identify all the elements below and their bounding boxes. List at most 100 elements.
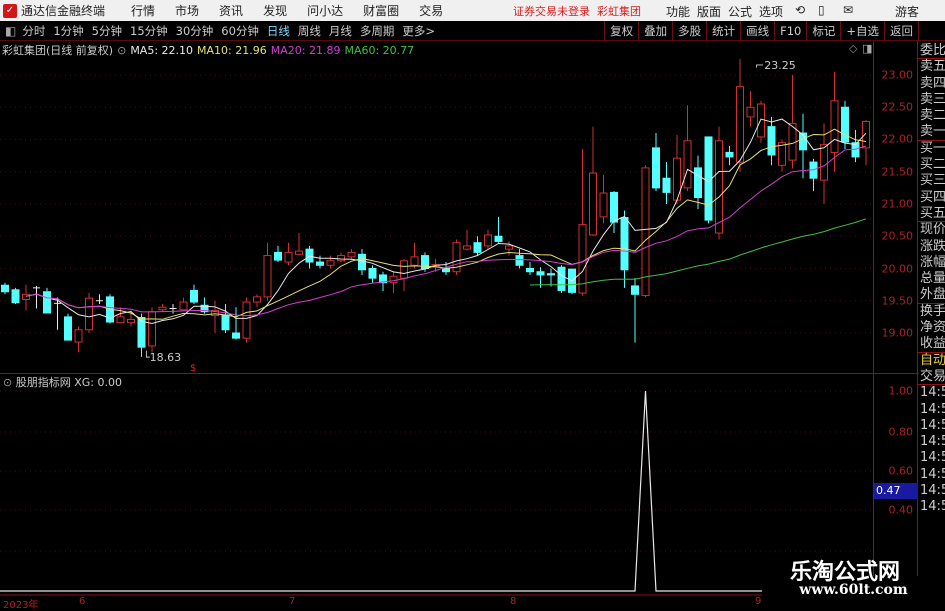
candle-body bbox=[116, 316, 125, 324]
quote-label: 买五 bbox=[918, 205, 945, 223]
candle-body bbox=[736, 86, 744, 163]
candle-body bbox=[274, 251, 282, 261]
price-tick: 22.50 bbox=[881, 100, 914, 114]
candle-body bbox=[526, 268, 534, 273]
indicator-tick: 0.60 bbox=[888, 464, 914, 478]
candle-body bbox=[368, 268, 377, 279]
quote-label: 14:56 bbox=[920, 483, 945, 499]
candle-body bbox=[358, 253, 366, 271]
quote-label: 卖五 bbox=[920, 59, 945, 75]
candle-body bbox=[746, 106, 755, 118]
indicator-tick: 1.00 bbox=[888, 384, 914, 398]
date-tick: 8 bbox=[510, 596, 517, 607]
candle-body bbox=[484, 234, 492, 247]
axis-divider bbox=[874, 373, 919, 374]
quote-label: 买三 bbox=[920, 173, 945, 189]
quote-label: 现价 bbox=[920, 222, 945, 238]
candle-body bbox=[631, 285, 639, 295]
quote-label: 14:56 bbox=[920, 450, 945, 466]
quote-label: 卖二 bbox=[920, 108, 945, 124]
candle-body bbox=[557, 266, 566, 291]
quote-label: 买一 bbox=[920, 140, 945, 156]
candle-body bbox=[704, 136, 713, 221]
candle-body bbox=[43, 291, 51, 314]
quote-label[interactable]: 自动 bbox=[918, 353, 945, 369]
watermark-name: 乐淘公式网 bbox=[790, 560, 901, 585]
candle-body bbox=[179, 301, 188, 311]
candle-body bbox=[599, 192, 608, 218]
quote-label: 14:56 bbox=[920, 434, 945, 450]
cursor-value-label: 0.47 bbox=[874, 483, 918, 499]
candle-body bbox=[158, 306, 167, 311]
candle-body bbox=[778, 142, 786, 166]
quote-label: 卖一 bbox=[918, 124, 945, 141]
candle-body bbox=[127, 318, 135, 324]
candle-body bbox=[347, 251, 356, 258]
candle-body bbox=[547, 273, 555, 276]
low-price-label: └18.63 bbox=[143, 350, 181, 364]
candle-body bbox=[620, 217, 629, 271]
quote-label: 卖四 bbox=[920, 75, 945, 91]
quote-label: 总量 bbox=[920, 271, 945, 287]
candle-body bbox=[442, 268, 450, 273]
candle-body bbox=[148, 311, 156, 347]
price-tick: 21.50 bbox=[881, 165, 914, 179]
price-tick: 20.50 bbox=[881, 229, 914, 243]
candle-body bbox=[74, 329, 83, 343]
quote-label: 涨幅 bbox=[920, 254, 945, 270]
candle-body bbox=[337, 255, 345, 262]
indicator-dropdown-icon[interactable]: ⊙ bbox=[3, 376, 12, 389]
candle-body bbox=[757, 103, 765, 138]
quote-panel: 委比 卖五 卖四 卖三 卖二 卖一 买一 买二 买三 买四 买五 现价 涨跌 涨幅 总量 外盘 换手 净资 收益 自动… bbox=[918, 41, 945, 595]
xg-indicator-line bbox=[0, 390, 877, 592]
date-tick: 7 bbox=[289, 596, 296, 607]
candle-body bbox=[1, 284, 9, 293]
date-axis: 2023年 6 7 8 9 bbox=[0, 596, 762, 611]
quote-label: 收益 bbox=[918, 336, 945, 353]
date-tick: 9 bbox=[755, 596, 762, 607]
candle-body bbox=[64, 316, 72, 341]
candle-body bbox=[830, 100, 839, 153]
quote-label: 卖三 bbox=[920, 91, 945, 107]
candle-body bbox=[463, 245, 471, 250]
price-tick: 21.00 bbox=[881, 197, 914, 211]
quote-label: 14:56 bbox=[920, 466, 945, 482]
candle-body bbox=[400, 260, 408, 279]
candle-body bbox=[505, 245, 513, 250]
candle-body bbox=[589, 172, 597, 236]
indicator-header: ⊙ 股朋指标网 XG: 0.00 bbox=[3, 374, 122, 390]
candle-body bbox=[295, 250, 303, 255]
high-price-label: ⌐23.25 bbox=[755, 59, 796, 72]
candle-body bbox=[389, 275, 398, 284]
quote-label: 买四 bbox=[920, 189, 945, 205]
candle-body bbox=[85, 297, 93, 331]
candle-body bbox=[862, 120, 870, 149]
candle-body bbox=[515, 255, 524, 266]
date-tick: 6 bbox=[79, 596, 86, 607]
quote-label: 14:55 bbox=[920, 417, 945, 433]
candle-body bbox=[190, 289, 198, 303]
candle-body bbox=[305, 248, 314, 263]
candle-body bbox=[263, 255, 272, 298]
quote-label: 委比 bbox=[918, 43, 945, 60]
candle-body bbox=[494, 235, 503, 242]
candle-body bbox=[316, 261, 324, 266]
candle-body bbox=[610, 191, 618, 223]
price-tick: 19.00 bbox=[881, 326, 914, 340]
kline-chart[interactable]: ⌐23.25└18.63$ bbox=[0, 0, 945, 609]
candle-body bbox=[326, 260, 335, 266]
price-tick: 23.00 bbox=[881, 68, 914, 82]
candle-body bbox=[22, 293, 30, 300]
candle-body bbox=[725, 151, 734, 158]
pane-divider[interactable] bbox=[0, 373, 873, 374]
quote-label: 14:55 bbox=[920, 401, 945, 417]
candle-body bbox=[473, 242, 482, 253]
candle-body bbox=[221, 314, 230, 331]
quote-label: 外盘 bbox=[918, 287, 945, 304]
quote-label: 涨跌 bbox=[920, 238, 945, 254]
candle-body bbox=[820, 144, 828, 181]
candle-body bbox=[652, 147, 660, 189]
candle-body bbox=[242, 301, 251, 339]
candle-body bbox=[662, 177, 671, 193]
indicator-tick: 0.40 bbox=[888, 503, 914, 517]
